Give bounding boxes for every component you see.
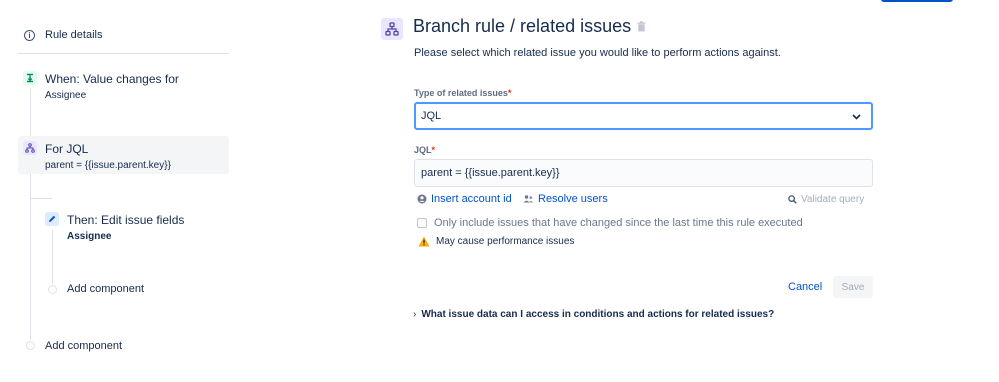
jql-input[interactable]: parent = {{issue.parent.key}} <box>414 159 873 187</box>
timeline-branch-connector <box>30 198 52 199</box>
rule-details-link[interactable]: i Rule details <box>24 26 102 44</box>
sidebar-component-for-jql-subtitle: parent = {{issue.parent.key}} <box>45 160 171 171</box>
insert-account-id-link[interactable]: Insert account id <box>417 193 512 205</box>
sidebar-divider <box>18 53 229 54</box>
user-icon <box>417 194 427 204</box>
jql-input-value: parent = {{issue.parent.key}} <box>421 167 560 179</box>
trash-icon[interactable] <box>637 21 646 32</box>
insert-account-id-label: Insert account id <box>431 193 512 205</box>
jql-field-label: JQL* <box>414 145 435 155</box>
save-button[interactable]: Save <box>833 276 873 298</box>
info-icon: i <box>24 29 35 41</box>
branch-rule-icon <box>381 18 403 40</box>
branch-icon <box>23 141 37 155</box>
page-description: Please select which related issue you wo… <box>414 47 781 59</box>
type-select-value: JQL <box>421 110 442 122</box>
performance-warning: May cause performance issues <box>418 236 574 247</box>
sidebar-component-then-subtitle: Assignee <box>67 231 112 242</box>
add-component-root-dot <box>26 341 35 350</box>
chevron-right-icon: › <box>413 309 417 320</box>
jql-field-label-text: JQL <box>414 145 432 155</box>
required-marker: * <box>507 88 512 98</box>
add-component-nested-button[interactable]: Add component <box>67 283 144 295</box>
add-component-nested-dot <box>48 285 57 294</box>
sidebar-component-then[interactable]: Then: Edit issue fields <box>67 213 184 227</box>
sidebar-component-when-subtitle: Assignee <box>45 90 87 101</box>
resolve-users-link[interactable]: Resolve users <box>523 193 608 205</box>
sidebar-component-for-jql-title: For JQL <box>45 142 89 156</box>
page-title-text: Branch rule / related issues <box>413 16 632 36</box>
search-icon <box>788 195 797 204</box>
type-field-label: Type of related issues* <box>414 88 511 98</box>
pencil-icon <box>45 212 59 226</box>
users-icon <box>523 195 534 203</box>
warning-icon <box>418 236 430 247</box>
timeline-branch-line <box>52 230 53 284</box>
type-of-related-issues-select[interactable]: JQL <box>414 102 873 130</box>
chevron-down-icon <box>852 107 861 125</box>
only-changed-issues-label: Only include issues that have changed si… <box>434 217 803 229</box>
type-field-label-text: Type of related issues <box>414 88 508 98</box>
rule-details-label: Rule details <box>45 29 103 41</box>
only-changed-issues-option: Only include issues that have changed si… <box>417 217 803 229</box>
validate-query-link[interactable]: Validate query <box>788 194 864 205</box>
sidebar-component-when[interactable]: When: Value changes for <box>45 72 179 86</box>
add-component-root-button[interactable]: Add component <box>45 340 122 352</box>
validate-query-label: Validate query <box>801 194 865 205</box>
timeline-line <box>30 88 31 340</box>
top-primary-button[interactable] <box>881 0 953 2</box>
faq-label: What issue data can I access in conditio… <box>421 309 775 320</box>
cancel-button[interactable]: Cancel <box>782 276 828 298</box>
trigger-icon <box>23 71 37 85</box>
performance-warning-text: May cause performance issues <box>436 236 575 247</box>
only-changed-issues-checkbox[interactable] <box>417 218 427 228</box>
required-marker: * <box>431 145 436 155</box>
page-title: Branch rule / related issues <box>413 16 646 37</box>
resolve-users-label: Resolve users <box>538 193 608 205</box>
related-issues-faq-toggle[interactable]: › What issue data can I access in condit… <box>413 309 774 320</box>
